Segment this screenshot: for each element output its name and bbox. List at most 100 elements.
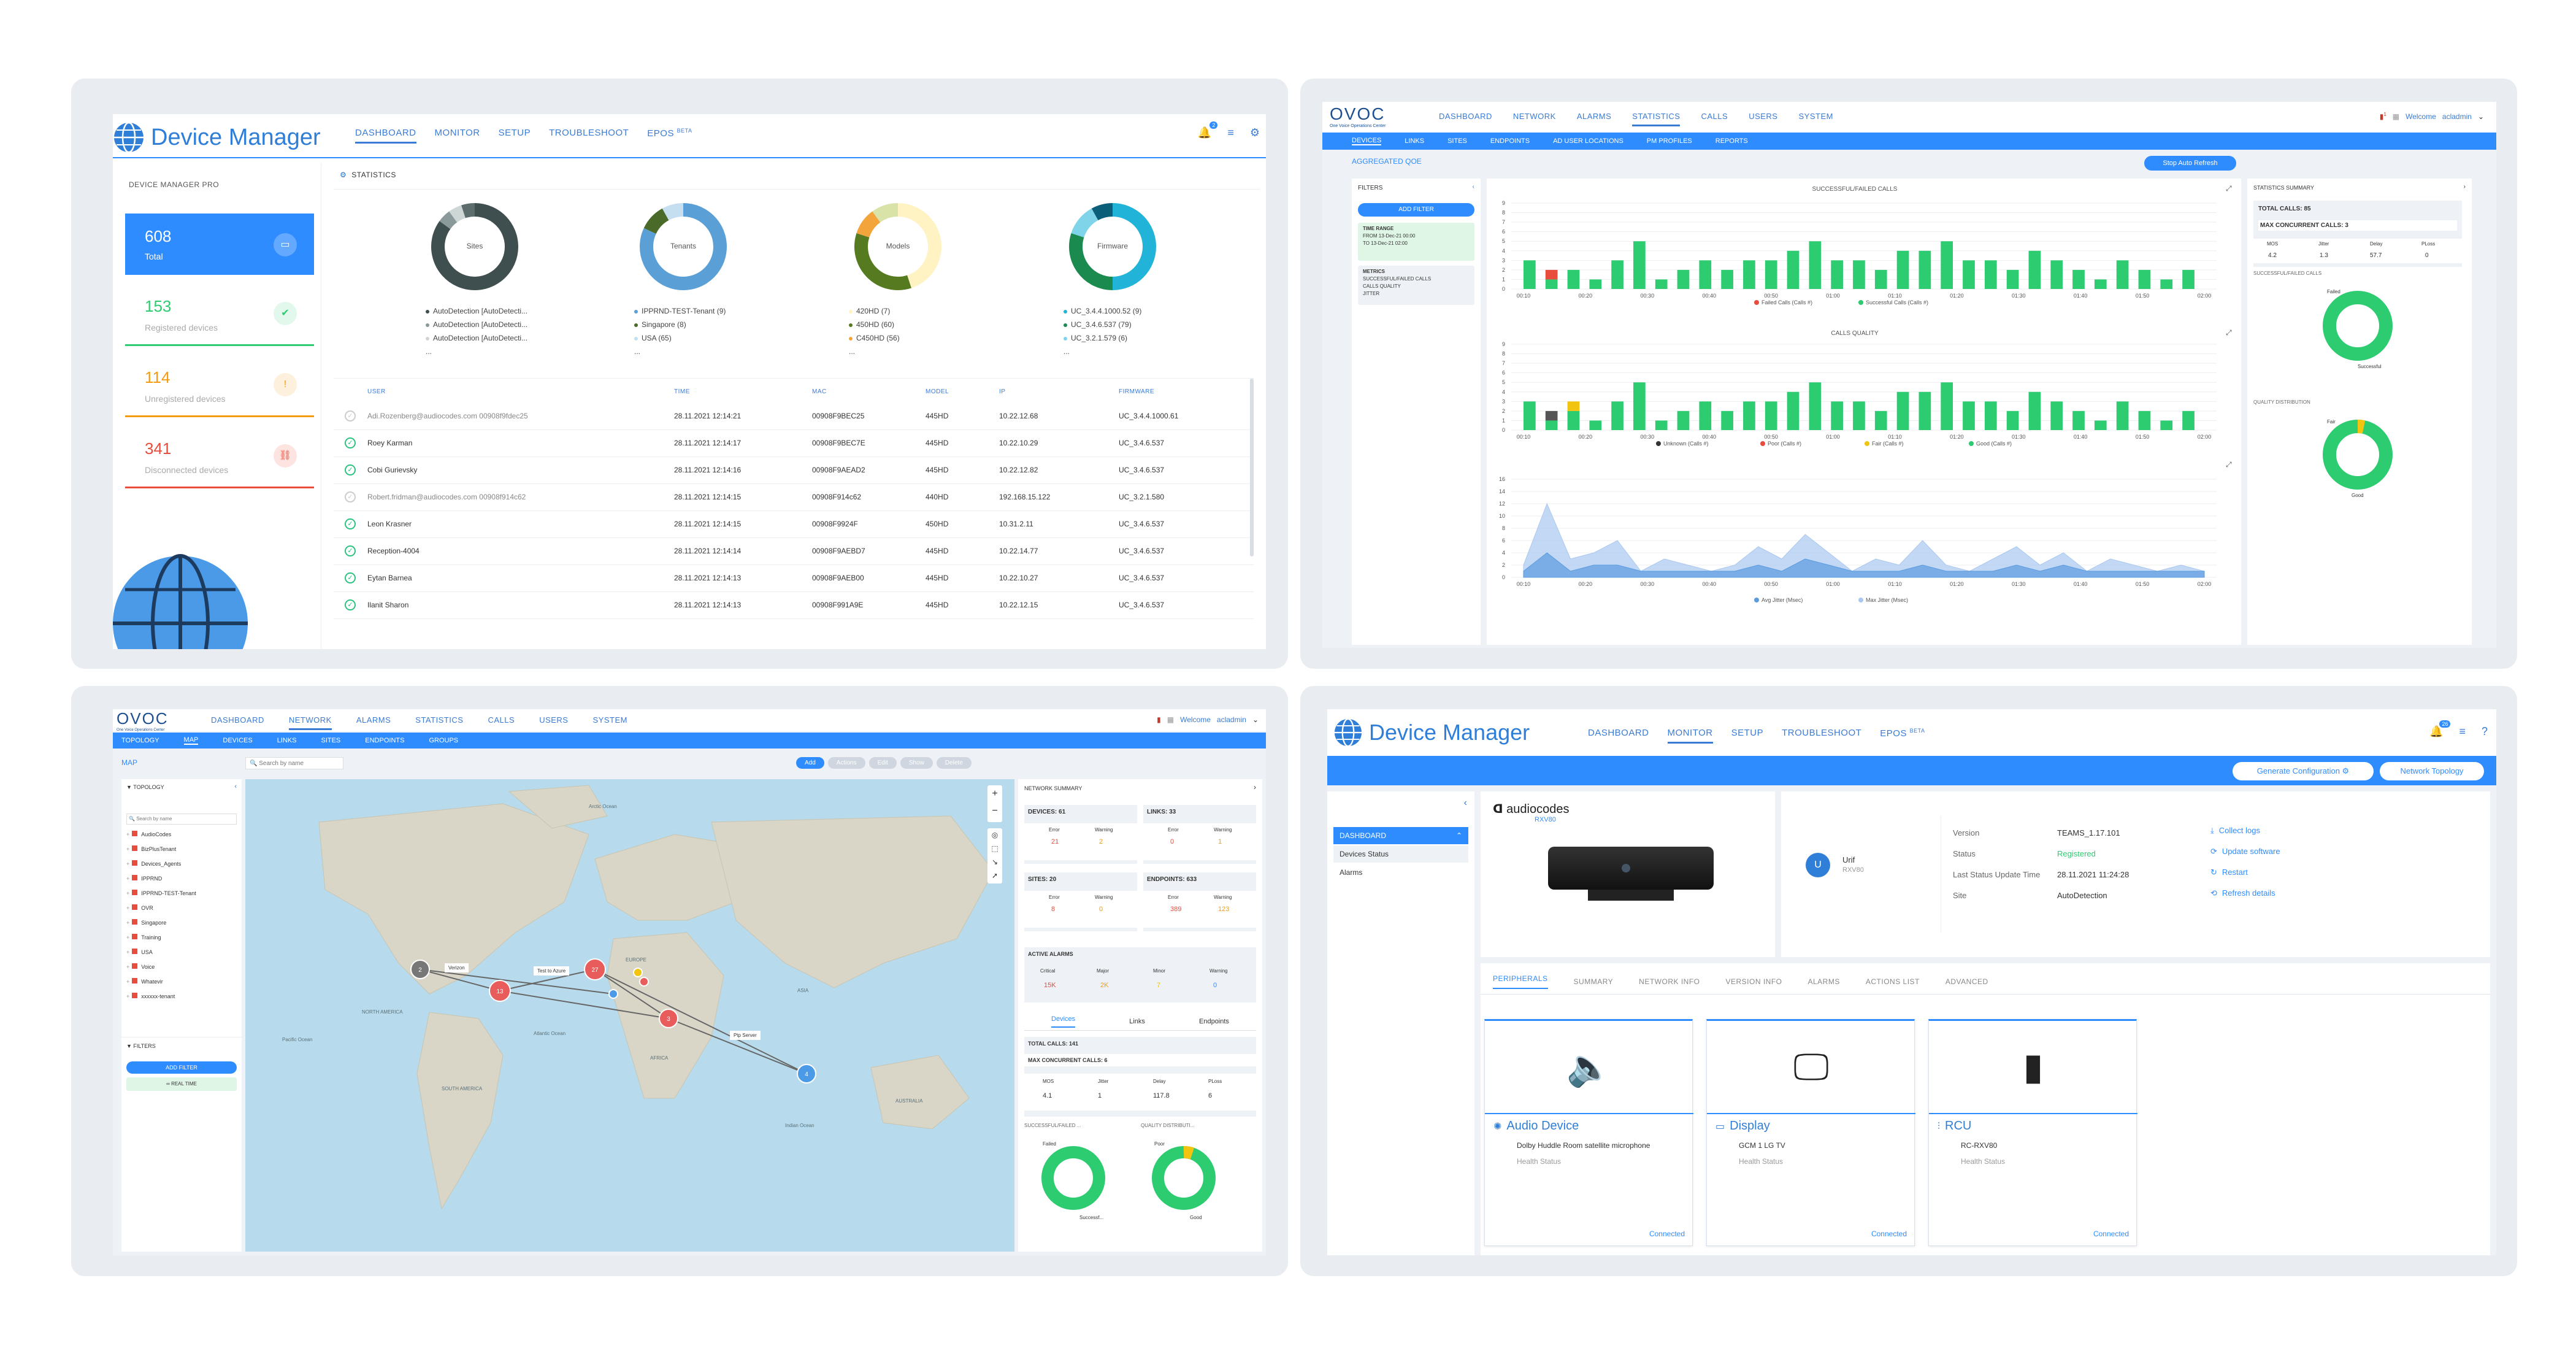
summary-box[interactable]: DEVICES: 61 Error Warning 21 2: [1024, 805, 1137, 864]
alarm-icon[interactable]: ▮: [1157, 715, 1161, 724]
summary-box[interactable]: LINKS: 33 Error Warning 0 1: [1143, 805, 1256, 864]
nav-system[interactable]: SYSTEM: [1798, 112, 1833, 126]
actions-button[interactable]: Actions: [827, 757, 865, 769]
donut-models[interactable]: Models 420HD (7) 450HD (60) C450HD (56)...: [830, 198, 965, 363]
tree-item[interactable]: + Whatevir: [126, 978, 163, 985]
map-node-small[interactable]: [608, 989, 618, 999]
col-user[interactable]: USER: [367, 388, 386, 395]
peripheral-card[interactable]: ▮ ⫶ RCU RC-RXV80 Health Status Connected: [1928, 1019, 2137, 1246]
nav-alarms[interactable]: ALARMS: [1577, 112, 1611, 126]
peripheral-card[interactable]: 🖵 ▭ Display GCM 1 LG TV Health Status Connect…: [1706, 1019, 1915, 1246]
cursor-icon[interactable]: ➚: [987, 869, 1002, 882]
subnav-devices[interactable]: DEVICES: [223, 737, 252, 744]
expand-toggle-icon[interactable]: +: [126, 890, 129, 896]
table-row[interactable]: ✓ Leon Krasner 28.11.2021 12:14:15 00908F99…: [334, 511, 1254, 538]
nav-monitor[interactable]: MONITOR: [1667, 728, 1713, 744]
map-node[interactable]: 27: [584, 958, 606, 980]
nav-calls[interactable]: CALLS: [1701, 112, 1728, 126]
tree-item[interactable]: + BizPlusTenant: [126, 845, 176, 852]
table-row[interactable]: ✓ Adi.Rozenberg@audiocodes.com 00908f9fde…: [334, 403, 1254, 430]
map-node[interactable]: 2: [410, 960, 430, 979]
tab-alarms[interactable]: ALARMS: [1808, 977, 1840, 986]
tab-peripherals[interactable]: PERIPHERALS: [1493, 974, 1548, 989]
map-node-small[interactable]: [633, 968, 643, 977]
subnav-sites[interactable]: SITES: [1447, 137, 1467, 145]
table-scrollbar[interactable]: [1250, 379, 1254, 556]
subnav-topology[interactable]: TOPOLOGY: [121, 737, 159, 744]
restart-action[interactable]: ↻ Restart: [2210, 868, 2248, 877]
donut-firmware[interactable]: Firmware UC_3.4.4.1000.52 (9) UC_3.4.6.537…: [1045, 198, 1180, 363]
collapse-icon[interactable]: ‹: [1464, 798, 1467, 809]
locate-icon[interactable]: ◎: [987, 828, 1002, 842]
menu-icon[interactable]: ≡: [2459, 725, 2466, 738]
nav-dashboard[interactable]: DASHBOARD: [1588, 728, 1649, 744]
nav-system[interactable]: SYSTEM: [592, 715, 627, 730]
col-model[interactable]: MODEL: [926, 388, 949, 395]
grid-icon[interactable]: ▦: [2393, 112, 2399, 121]
table-row[interactable]: ✓ Reception-4004 28.11.2021 12:14:14 00908F…: [334, 538, 1254, 565]
subnav-reports[interactable]: REPORTS: [1715, 137, 1748, 145]
tree-item[interactable]: + IPPRND-TEST-Tenant: [126, 890, 196, 896]
col-ip[interactable]: IP: [999, 388, 1005, 395]
tree-search-input[interactable]: 🔍 Search by name: [126, 814, 237, 825]
chevron-down-icon[interactable]: ⌄: [2478, 112, 2484, 121]
map-node[interactable]: 4: [797, 1064, 816, 1083]
zoom-in-button[interactable]: +: [987, 785, 1002, 803]
tree-item[interactable]: + Singapore: [126, 919, 166, 926]
user-name[interactable]: acladmin: [1217, 715, 1246, 724]
nav-setup[interactable]: SETUP: [1731, 728, 1764, 744]
table-row[interactable]: ✓ Eytan Barnea 28.11.2021 12:14:13 00908F9A…: [334, 565, 1254, 592]
subnav-pm-profiles[interactable]: PM PROFILES: [1647, 137, 1692, 145]
nav-dashboard[interactable]: DASHBOARD: [211, 715, 264, 730]
expand-toggle-icon[interactable]: +: [126, 920, 129, 926]
summary-box[interactable]: SITES: 20 Error Warning 8 0: [1024, 872, 1137, 931]
donut-sites[interactable]: Sites AutoDetection [AutoDetecti... AutoDe…: [407, 198, 542, 363]
metrics-filter[interactable]: METRICS SUCCESSFUL/FAILED CALLS CALLS QU…: [1358, 266, 1474, 305]
tile-registered[interactable]: 153 Registered devices ✔: [125, 285, 314, 346]
alarm-value[interactable]: 7: [1157, 982, 1160, 989]
tab-actions-list[interactable]: ACTIONS LIST: [1866, 977, 1920, 986]
subnav-devices[interactable]: DEVICES: [1352, 137, 1382, 145]
tab-links[interactable]: Links: [1129, 1018, 1145, 1025]
nav-users[interactable]: USERS: [1749, 112, 1777, 126]
table-row[interactable]: ✓ Robert.fridman@audiocodes.com 00908f914…: [334, 484, 1254, 511]
subnav-sites[interactable]: SITES: [321, 737, 340, 744]
update-software-action[interactable]: ⟳ Update software: [2210, 847, 2280, 856]
table-row[interactable]: ✓ Cobi Gurievsky 28.11.2021 12:14:16 00908F…: [334, 457, 1254, 484]
nav-troubleshoot[interactable]: TROUBLESHOOT: [1782, 728, 1861, 744]
expand-toggle-icon[interactable]: +: [126, 876, 129, 882]
node-label-verizon[interactable]: Verizon: [445, 963, 469, 972]
tab-summary[interactable]: SUMMARY: [1574, 977, 1614, 986]
subnav-endpoints[interactable]: ENDPOINTS: [1490, 137, 1530, 145]
menu-alarms[interactable]: Alarms: [1333, 864, 1468, 881]
expand-toggle-icon[interactable]: +: [126, 979, 129, 985]
col-time[interactable]: TIME: [674, 388, 690, 395]
stop-auto-refresh-button[interactable]: Stop Auto Refresh: [2144, 156, 2236, 171]
subnav-groups[interactable]: GROUPS: [429, 737, 458, 744]
nav-monitor[interactable]: MONITOR: [435, 128, 480, 144]
tree-item[interactable]: + USA: [126, 949, 153, 955]
edit-button[interactable]: Edit: [868, 757, 897, 769]
nav-dashboard[interactable]: DASHBOARD: [355, 128, 416, 144]
tab-devices[interactable]: Devices: [1051, 1015, 1076, 1028]
map-node-small[interactable]: [639, 977, 649, 987]
tab-endpoints[interactable]: Endpoints: [1199, 1018, 1229, 1025]
tree-item[interactable]: + Training: [126, 934, 161, 941]
alarm-value[interactable]: 15K: [1044, 982, 1056, 989]
select-icon[interactable]: ⬚: [987, 842, 1002, 855]
node-label-test-to-azure[interactable]: Test to Azure: [534, 966, 570, 976]
link-tool-icon[interactable]: ↘: [987, 855, 1002, 869]
expand-toggle-icon[interactable]: +: [126, 861, 129, 867]
expand-toggle-icon[interactable]: +: [126, 949, 129, 955]
nav-users[interactable]: USERS: [539, 715, 568, 730]
tile-total[interactable]: 608 Total ▭: [125, 214, 314, 275]
alarm-value[interactable]: 0: [1213, 982, 1217, 989]
chevron-right-icon[interactable]: ›: [2464, 183, 2466, 190]
tree-item[interactable]: + AudioCodes: [126, 831, 171, 837]
nav-epos[interactable]: EPOS BETA: [647, 128, 692, 144]
expand-icon[interactable]: ⤢: [2225, 460, 2232, 469]
zoom-out-button[interactable]: −: [987, 803, 1002, 820]
grid-icon[interactable]: ▦: [1167, 715, 1174, 724]
col-mac[interactable]: MAC: [812, 388, 827, 395]
expand-toggle-icon[interactable]: +: [126, 964, 129, 970]
